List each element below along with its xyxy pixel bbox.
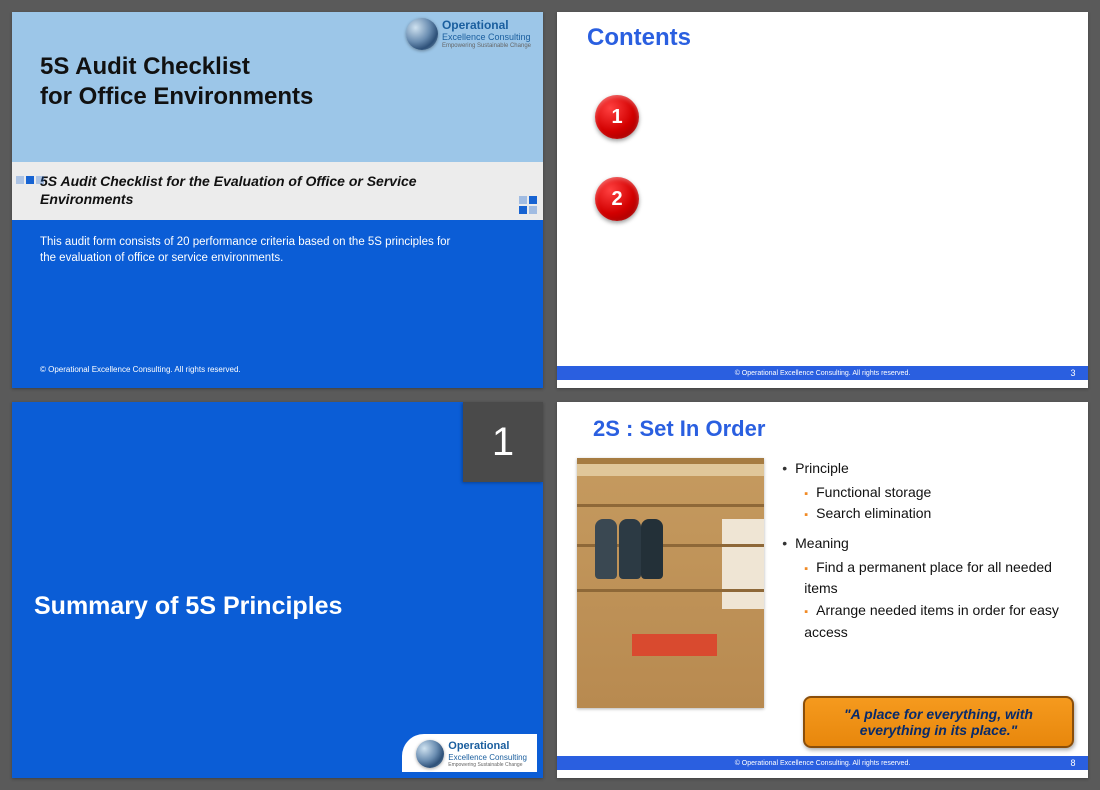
brand-logo: Operational Excellence Consulting Empowe… <box>406 18 531 50</box>
slide1-title: 5S Audit Checklist for Office Environmen… <box>40 52 543 112</box>
slide4-body: Principle Functional storage Search elim… <box>557 442 1088 708</box>
slide4-quote: "A place for everything, with everything… <box>803 696 1074 748</box>
slide3-title: Summary of 5S Principles <box>34 592 342 621</box>
globe-icon <box>406 18 438 50</box>
slide1-subtitle-band: 5S Audit Checklist for the Evaluation of… <box>12 162 543 220</box>
slide4-title: 2S : Set In Order <box>557 402 1088 442</box>
slide2-footer: © Operational Excellence Consulting. All… <box>557 366 1088 380</box>
toc-badge-1: 1 <box>595 95 639 139</box>
slide-1-title: Operational Excellence Consulting Empowe… <box>12 12 543 388</box>
decor-squares-left <box>16 176 44 184</box>
toc-list: 1 Summary of 5S Principles 2 5S Audit Ch… <box>595 100 1088 216</box>
slide1-header: Operational Excellence Consulting Empowe… <box>12 12 543 162</box>
coat-icon <box>641 519 663 579</box>
bullet: Search elimination <box>804 503 1074 525</box>
section-number-box: 1 <box>463 402 543 482</box>
slide1-footer: © Operational Excellence Consulting. All… <box>40 365 241 374</box>
section-principle: Principle Functional storage Search elim… <box>782 458 1074 525</box>
logo-text: Operational Excellence Consulting Empowe… <box>448 741 527 768</box>
logo-line2: Excellence Consulting <box>442 33 531 42</box>
toc-badge-2: 2 <box>595 177 639 221</box>
logo-line1: Operational <box>448 741 527 752</box>
bullet: Functional storage <box>804 482 1074 504</box>
logo-line3: Empowering Sustainable Change <box>442 43 531 49</box>
coat-icon <box>595 519 617 579</box>
slide4-footer: © Operational Excellence Consulting. All… <box>557 756 1088 770</box>
logo-line3: Empowering Sustainable Change <box>448 763 527 768</box>
slide4-page-number: 8 <box>1064 756 1082 770</box>
logo-line1: Operational <box>442 19 531 31</box>
slide2-title: Contents <box>557 12 1088 52</box>
bullet: Find a permanent place for all needed it… <box>804 557 1074 600</box>
section-meaning: Meaning Find a permanent place for all n… <box>782 533 1074 643</box>
toc-item-1: 1 Summary of 5S Principles <box>595 100 1088 134</box>
slide2-page-number: 3 <box>1064 366 1082 380</box>
slide4-bullets: Principle Functional storage Search elim… <box>782 458 1074 708</box>
globe-icon <box>416 740 444 768</box>
slide1-subtitle: 5S Audit Checklist for the Evaluation of… <box>40 172 420 208</box>
decor-squares-right <box>515 196 537 214</box>
slide1-body-text: This audit form consists of 20 performan… <box>40 234 460 266</box>
slide-4-set-in-order: 2S : Set In Order Principle Functional s… <box>557 402 1088 778</box>
slide1-body: This audit form consists of 20 performan… <box>12 220 543 380</box>
logo-text: Operational Excellence Consulting Empowe… <box>442 19 531 49</box>
organized-closet-image <box>577 458 764 708</box>
logo-line2: Excellence Consulting <box>448 754 527 762</box>
coat-icon <box>619 519 641 579</box>
slide-2-contents: Contents 1 Summary of 5S Principles 2 5S… <box>557 12 1088 388</box>
toc-label-2: 5S Audit Checklist <box>613 182 1088 216</box>
toc-label-1: Summary of 5S Principles <box>613 100 1088 134</box>
slide-3-section-divider: 1 Summary of 5S Principles Operational E… <box>12 402 543 778</box>
bullet: Arrange needed items in order for easy a… <box>804 600 1074 643</box>
toc-item-2: 2 5S Audit Checklist <box>595 182 1088 216</box>
brand-logo-corner: Operational Excellence Consulting Empowe… <box>402 734 537 772</box>
